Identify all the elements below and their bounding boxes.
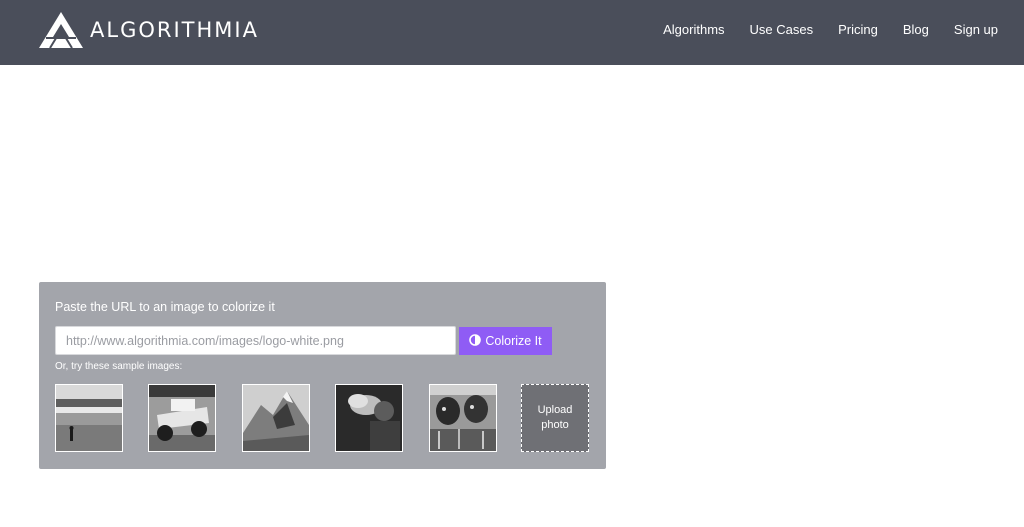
half-circle-contrast-icon [469,333,485,349]
nav-algorithms[interactable]: Algorithms [663,22,724,37]
brand-name: ALGORITHMIA [90,18,259,42]
nav-pricing[interactable]: Pricing [838,22,878,37]
colorizer-title: Paste the URL to an image to colorize it [55,300,275,314]
upload-label-line2: photo [541,419,569,431]
nav-blog[interactable]: Blog [903,22,929,37]
colorize-button-label: Colorize It [485,334,542,348]
image-url-input[interactable] [55,326,456,355]
sample-image-cows[interactable] [429,384,497,452]
site-header: ALGORITHMIA Algorithms Use Cases Pricing… [0,0,1024,65]
main-nav: Algorithms Use Cases Pricing Blog Sign u… [638,0,998,58]
upload-photo-button[interactable]: Upload photo [521,384,589,452]
colorize-button[interactable]: Colorize It [459,327,552,355]
sample-image-smoker[interactable] [335,384,403,452]
nav-use-cases[interactable]: Use Cases [750,22,814,37]
brand-logo[interactable]: ALGORITHMIA [38,10,259,50]
nav-sign-up[interactable]: Sign up [954,22,998,37]
upload-label-line1: Upload [537,404,573,416]
colorizer-panel: Paste the URL to an image to colorize it… [39,282,606,469]
sample-image-mountain[interactable] [242,384,310,452]
sample-image-race-car[interactable] [148,384,216,452]
sample-images-label: Or, try these sample images: [55,361,183,372]
logo-triangles-icon [38,11,84,49]
sample-image-beach[interactable] [55,384,123,452]
